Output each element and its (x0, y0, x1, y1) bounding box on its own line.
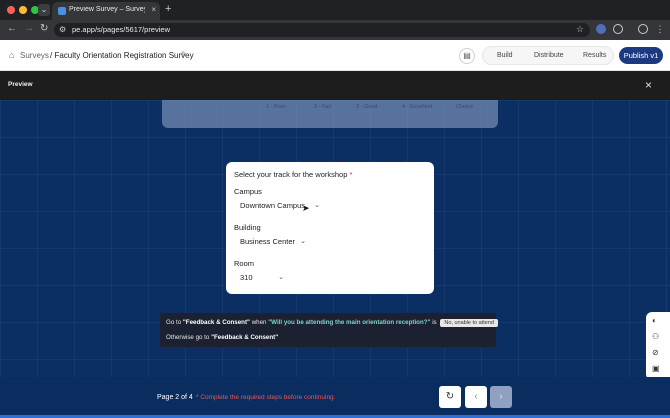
scale-option: 1 - Poor (266, 104, 286, 110)
logic-target: "Feedback & Consent" (211, 334, 279, 341)
home-icon[interactable]: ⌂ (9, 50, 14, 60)
logic-rule: Go to "Feedback & Consent" when "Will yo… (166, 319, 498, 327)
right-tool-rail: ◐ ⚇ ⊘ ▣ (646, 312, 670, 377)
scale-option: 2 - Fair (314, 104, 332, 110)
chevron-down-icon: ⌄ (300, 238, 306, 245)
logic-otherwise: Otherwise go to "Feedback & Consent" (166, 334, 278, 341)
new-tab-button[interactable]: + (165, 3, 171, 15)
extension-icon[interactable] (596, 24, 606, 34)
tab-search-icon[interactable]: ⌄ (38, 4, 50, 16)
logic-text: when (251, 319, 267, 326)
required-warning: * Complete the required steps before con… (196, 394, 336, 401)
next-page-button[interactable]: › (490, 386, 512, 408)
tab-title: Preview Survey – Survey Eve (69, 6, 145, 13)
tab-close-icon[interactable]: × (151, 5, 156, 14)
chevron-down-icon: ⌄ (278, 274, 284, 281)
room-value: 310 (240, 273, 253, 282)
room-select[interactable]: 310 ⌄ (234, 270, 288, 286)
more-icon[interactable]: ⋮ (655, 24, 665, 34)
question-prompt: Select your track for the workshop * (234, 170, 352, 179)
address-bar[interactable]: ⚙ pe.app/s/pages/5617/preview ☆ (54, 23, 590, 37)
browser-toolbar: ← → ↻ ⚙ pe.app/s/pages/5617/preview ☆ (0, 20, 670, 40)
publish-button[interactable]: Publish v1 (619, 47, 663, 64)
favicon-icon (58, 7, 66, 15)
reload-button[interactable]: ↻ (40, 23, 48, 34)
scale-option: 3 - Good (356, 104, 378, 110)
app-header: ⌂ Surveys / Faculty Orientation Registra… (0, 40, 670, 71)
previous-question-card: 1 - Poor 2 - Fair 3 - Good 4 - Excellent… (162, 100, 498, 128)
scale-option: Choice (456, 104, 474, 110)
campus-label: Campus (234, 187, 262, 196)
logic-text: is (432, 319, 437, 326)
survey-title: / Faculty Orientation Registration Surve… (50, 51, 194, 60)
preview-label: Preview (8, 81, 33, 88)
logic-target: "Feedback & Consent" (182, 319, 250, 326)
back-button[interactable]: ← (7, 23, 17, 34)
tab-results[interactable]: Results (583, 52, 606, 59)
building-select[interactable]: Business Center ⌄ (234, 234, 310, 250)
preview-screen-icon[interactable]: ▣ (652, 364, 660, 373)
logic-answer-badge: No, unable to attend (440, 319, 498, 327)
logic-question: "Will you be attending the main orientat… (268, 319, 431, 326)
palette-icon[interactable]: ◐ (652, 316, 657, 325)
browser-tab-bar: ⌄ Preview Survey – Survey Eve × + (0, 0, 670, 20)
survey-canvas: 1 - Poor 2 - Fair 3 - Good 4 - Excellent… (0, 100, 670, 377)
campus-value: Downtown Campus (240, 201, 306, 210)
star-icon[interactable]: ☆ (576, 24, 584, 35)
tune-icon[interactable]: ⚙ (59, 25, 66, 34)
window-close-button[interactable] (7, 6, 15, 14)
tab-distribute[interactable]: Distribute (534, 52, 564, 59)
question-prompt-text: Select your track for the workshop (234, 170, 348, 179)
restart-button[interactable]: ↻ (439, 386, 461, 408)
compass-icon[interactable]: ⊘ (652, 348, 659, 357)
tab-build[interactable]: Build (497, 52, 513, 59)
preview-bar: Preview × (0, 71, 670, 100)
mode-tabs: Build Distribute Results (482, 46, 614, 65)
skip-logic-panel: Go to "Feedback & Consent" when "Will yo… (160, 313, 498, 347)
close-preview-icon[interactable]: × (645, 78, 652, 92)
breadcrumb-surveys[interactable]: Surveys (20, 51, 49, 60)
print-icon[interactable]: ▤ (459, 48, 475, 64)
required-mark: * (349, 170, 353, 179)
forward-button[interactable]: → (24, 23, 34, 34)
scale-option: 4 - Excellent (402, 104, 433, 110)
previous-page-button[interactable]: ‹ (465, 386, 487, 408)
users-icon[interactable]: ⚇ (652, 332, 659, 341)
logic-text: Go to (166, 319, 182, 326)
building-value: Business Center (240, 237, 296, 246)
campus-select[interactable]: Downtown Campus ⌄ (234, 198, 324, 214)
url-text: pe.app/s/pages/5617/preview (72, 25, 170, 34)
building-label: Building (234, 223, 261, 232)
window-minimize-button[interactable] (19, 6, 27, 14)
browser-tab[interactable]: Preview Survey – Survey Eve × (52, 2, 160, 20)
mouse-cursor-icon: ➤ (302, 203, 310, 213)
puzzle-icon[interactable] (613, 24, 623, 34)
question-card: Select your track for the workshop * Cam… (226, 162, 434, 294)
chevron-down-icon: ⌄ (314, 202, 320, 209)
profile-icon[interactable] (638, 24, 648, 34)
room-label: Room (234, 259, 255, 268)
edit-title-icon[interactable]: ✎ (181, 50, 188, 59)
logic-text: Otherwise go to (166, 334, 210, 341)
survey-footer: Page 2 of 4 * Complete the required step… (0, 377, 670, 418)
page-indicator: Page 2 of 4 (157, 394, 193, 401)
